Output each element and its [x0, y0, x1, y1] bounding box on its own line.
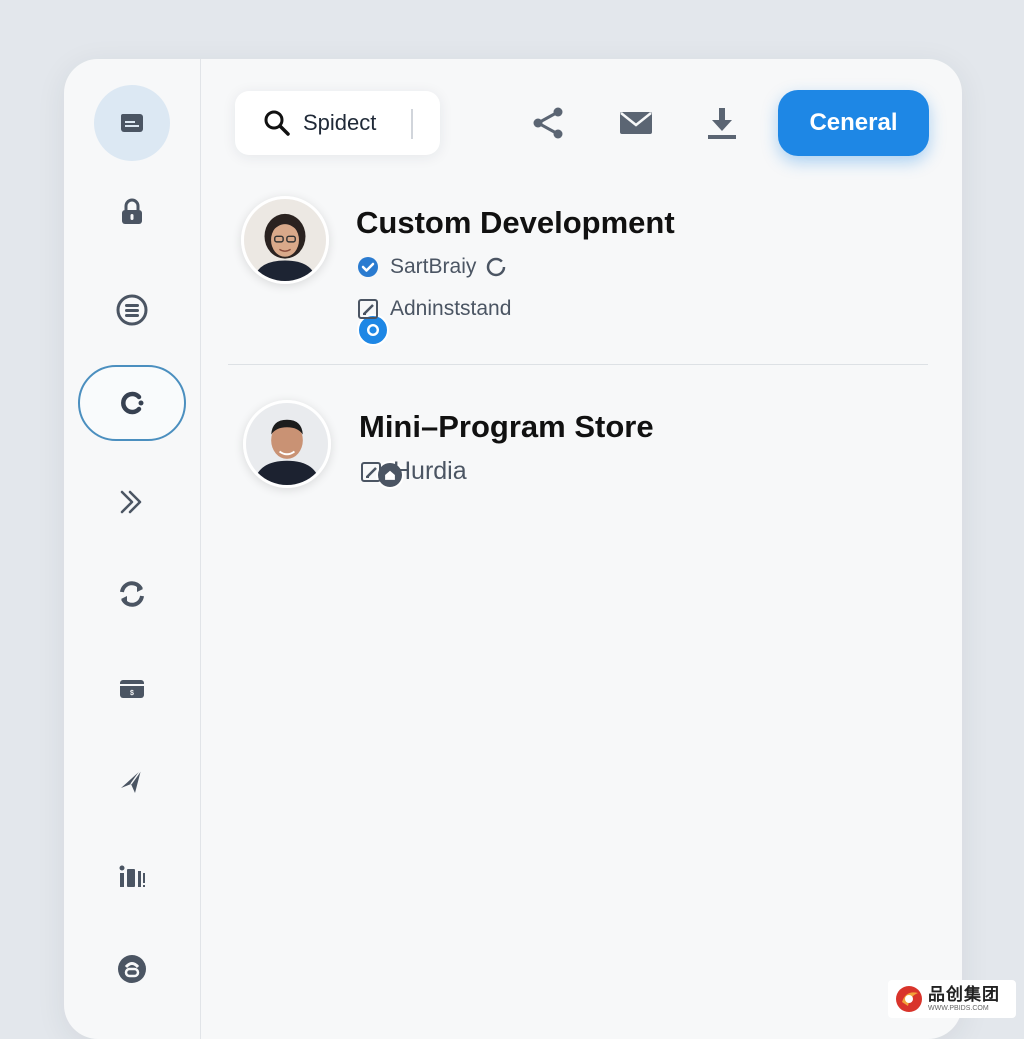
avatar[interactable]	[241, 196, 329, 284]
search-icon	[264, 110, 290, 136]
search-box[interactable]: Spidect	[235, 91, 440, 155]
refresh-icon	[121, 391, 144, 415]
sidebar-item-refresh[interactable]	[78, 365, 186, 441]
watermark-subtext: WWW.PBIDS.COM	[928, 1005, 989, 1012]
edit-icon	[361, 461, 381, 482]
role-label: Adninststand	[390, 297, 512, 320]
sidebar-item-sync[interactable]	[115, 577, 149, 611]
brand-logo-icon	[896, 986, 922, 1012]
search-input[interactable]: Spidect	[303, 110, 376, 136]
loading-icon	[487, 257, 506, 277]
double-chevron-right-icon	[120, 490, 142, 514]
folder-icon	[121, 114, 143, 132]
person-photo	[246, 403, 328, 485]
mail-icon	[620, 112, 652, 134]
item-meta-role: Adninststand	[356, 297, 511, 321]
dot-icon	[367, 324, 379, 336]
sidebar-item-lock[interactable]	[115, 195, 149, 229]
sidebar-item-send[interactable]	[115, 765, 149, 799]
person-photo	[244, 199, 326, 281]
sidebar-item-list[interactable]	[115, 293, 149, 327]
sidebar-item-forward[interactable]	[115, 485, 149, 519]
app-window: $ Spidect Ceneral Custom Development Sar…	[64, 59, 962, 1039]
verified-label: SartBraiy	[390, 255, 477, 278]
text-caret	[411, 109, 413, 139]
edit-icon	[358, 299, 378, 319]
download-icon	[708, 108, 736, 139]
sidebar-item-folder[interactable]	[94, 85, 170, 161]
role-label: Hurdia	[393, 457, 467, 485]
stats-icon	[119, 865, 145, 887]
watermark: 品创集团 WWW.PBIDS.COM	[888, 980, 1016, 1018]
item-meta-role: Hurdia	[359, 457, 467, 486]
sidebar: $	[64, 59, 201, 1039]
list-divider	[228, 364, 928, 365]
watermark-text: 品创集团	[928, 985, 1000, 1004]
sidebar-item-wallet[interactable]: $	[115, 671, 149, 705]
download-button[interactable]	[702, 103, 742, 143]
item-title[interactable]: Mini–Program Store	[359, 409, 654, 445]
send-icon	[121, 769, 142, 793]
verified-icon	[358, 257, 378, 277]
circle-b-icon	[118, 955, 146, 983]
lock-icon	[122, 198, 142, 224]
mail-button[interactable]	[616, 103, 656, 143]
item-title[interactable]: Custom Development	[356, 205, 675, 241]
wallet-icon: $	[120, 680, 144, 698]
share-icon	[533, 107, 563, 139]
general-button[interactable]: Ceneral	[778, 90, 929, 156]
sync-icon	[120, 581, 144, 607]
list-icon	[116, 294, 148, 326]
sidebar-item-circle[interactable]	[115, 952, 149, 986]
item-meta-verified: SartBraiy	[356, 255, 508, 279]
sidebar-item-stats[interactable]	[115, 859, 149, 893]
share-button[interactable]	[528, 103, 568, 143]
avatar[interactable]	[243, 400, 331, 488]
svg-text:$: $	[130, 690, 134, 697]
